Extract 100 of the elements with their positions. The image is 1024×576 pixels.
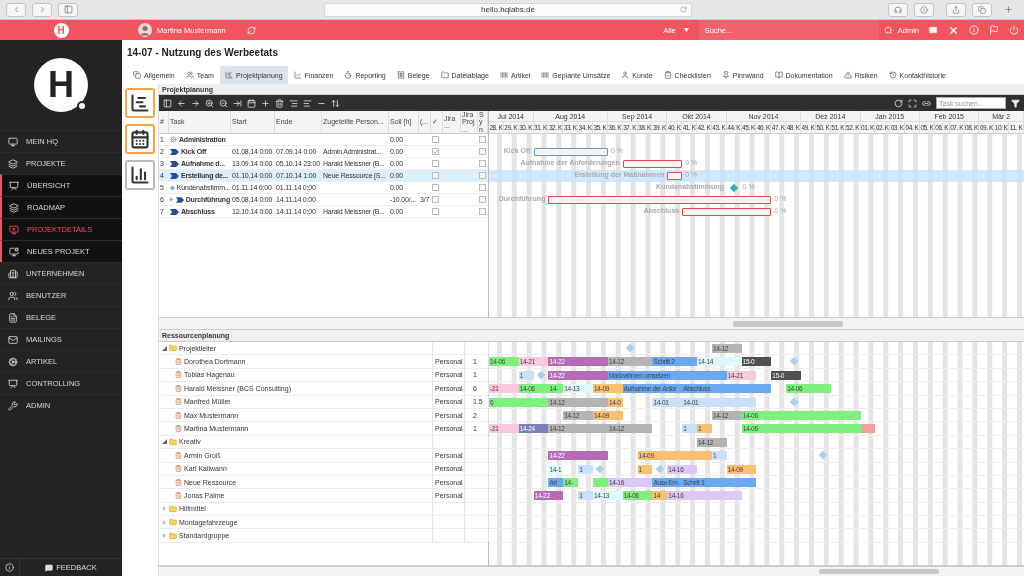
toolbar-button[interactable] [219,98,228,108]
checkbox[interactable] [432,172,439,179]
checkbox[interactable] [432,160,439,167]
extension-button[interactable] [888,2,908,17]
checkbox[interactable] [432,196,439,203]
avatar[interactable] [138,23,152,37]
checkbox[interactable] [479,208,486,215]
presentation-icon [8,378,18,389]
presentation-icon [9,180,19,191]
headphones-icon [894,5,902,14]
checkbox[interactable] [479,148,486,155]
toolbar-button[interactable] [233,98,242,108]
clipboard-icon [175,465,182,473]
toolbar-button[interactable] [247,98,256,108]
info-icon [920,5,928,14]
folder-icon [169,518,177,527]
checkbox[interactable] [432,136,439,143]
outdent-icon [303,98,312,108]
warning-icon [843,71,852,79]
checkbox[interactable] [479,196,486,203]
checkbox[interactable] [432,148,439,155]
expand-triangle-icon[interactable] [162,533,167,539]
scrollbar-thumb[interactable] [819,569,939,574]
toolbar-button[interactable] [894,98,903,108]
task-bar[interactable] [667,172,683,180]
forward-button[interactable] [32,2,52,17]
add-icon [261,98,270,108]
layers-icon [8,158,18,169]
page-title: 14-07 - Nutzung des Werbeetats [126,46,279,60]
folder-icon [169,437,177,446]
extension-button[interactable] [914,2,934,17]
speech-bubble-icon [45,563,54,572]
address-bar[interactable]: hello.hqlabs.de [324,2,692,17]
logo: H [53,22,69,38]
clipboard-icon [175,478,182,486]
checkbox[interactable] [432,208,439,215]
gear-icon [170,136,177,143]
task-bar[interactable] [548,196,772,204]
pages-icon [133,71,141,79]
panel-icon [163,98,172,108]
task-bar[interactable] [533,148,608,156]
view-button[interactable] [125,88,155,118]
checkbox[interactable] [432,184,439,191]
allocation-bar[interactable] [593,477,608,487]
toolbar-button[interactable] [303,98,312,108]
arrow-left-icon [177,98,186,108]
link-icon [922,98,931,108]
expand-triangle-icon[interactable] [162,506,167,512]
calendar-icon [130,129,150,149]
expand-triangle-icon[interactable] [170,197,174,202]
tabs-button[interactable] [972,2,992,17]
clipboard-icon [175,358,182,366]
view-button[interactable] [125,124,155,154]
sidebar-toggle-button[interactable] [58,2,78,17]
toolbar-button[interactable] [331,98,340,108]
back-button[interactable] [6,2,26,17]
scrollbar-thumb[interactable] [733,320,843,327]
checklist-icon [663,71,672,79]
power-icon [1009,25,1019,35]
barcode-icon [541,71,550,79]
task-bar[interactable] [622,160,683,168]
share-button[interactable] [946,2,966,17]
envelope-icon [8,334,18,345]
info-icon [5,563,14,572]
allocation-bar[interactable] [860,424,876,434]
toolbar-button[interactable] [205,98,214,108]
barcode-icon [499,71,508,79]
clipboard-icon [175,398,182,406]
up-down-arrow-icon [331,98,340,108]
clipboard-icon [175,425,182,433]
folder-icon [440,71,449,79]
toolbar-button[interactable] [163,98,172,108]
filter-button[interactable] [1011,98,1020,108]
folder-icon [169,504,177,513]
toolbar-button[interactable] [908,98,917,108]
indent-icon [289,98,298,108]
toolbar-button[interactable] [289,98,298,108]
arrow-to-line-icon [233,98,242,108]
search-icon [883,25,893,35]
close-icon [948,24,959,36]
toolbar-button[interactable] [261,98,270,108]
toolbar-button[interactable] [191,98,200,108]
wrench-icon [8,400,18,411]
toolbar-button[interactable] [922,98,931,108]
zoom-out-icon [219,98,228,108]
checkbox[interactable] [479,172,486,179]
toolbar-button[interactable] [177,98,186,108]
url-text: hello.hqlabs.de [481,5,535,14]
checkbox[interactable] [479,160,486,167]
sidebar-icon [63,5,73,14]
checkbox[interactable] [479,184,486,191]
toolbar-button[interactable] [275,98,284,108]
view-button[interactable] [125,160,155,190]
building-icon [8,268,18,279]
collapse-triangle-icon[interactable] [162,439,167,445]
checkbox[interactable] [479,136,486,143]
task-bar[interactable] [682,208,772,216]
clipboard-icon [175,411,182,419]
collapse-triangle-icon[interactable] [162,345,167,351]
expand-triangle-icon[interactable] [162,519,167,525]
